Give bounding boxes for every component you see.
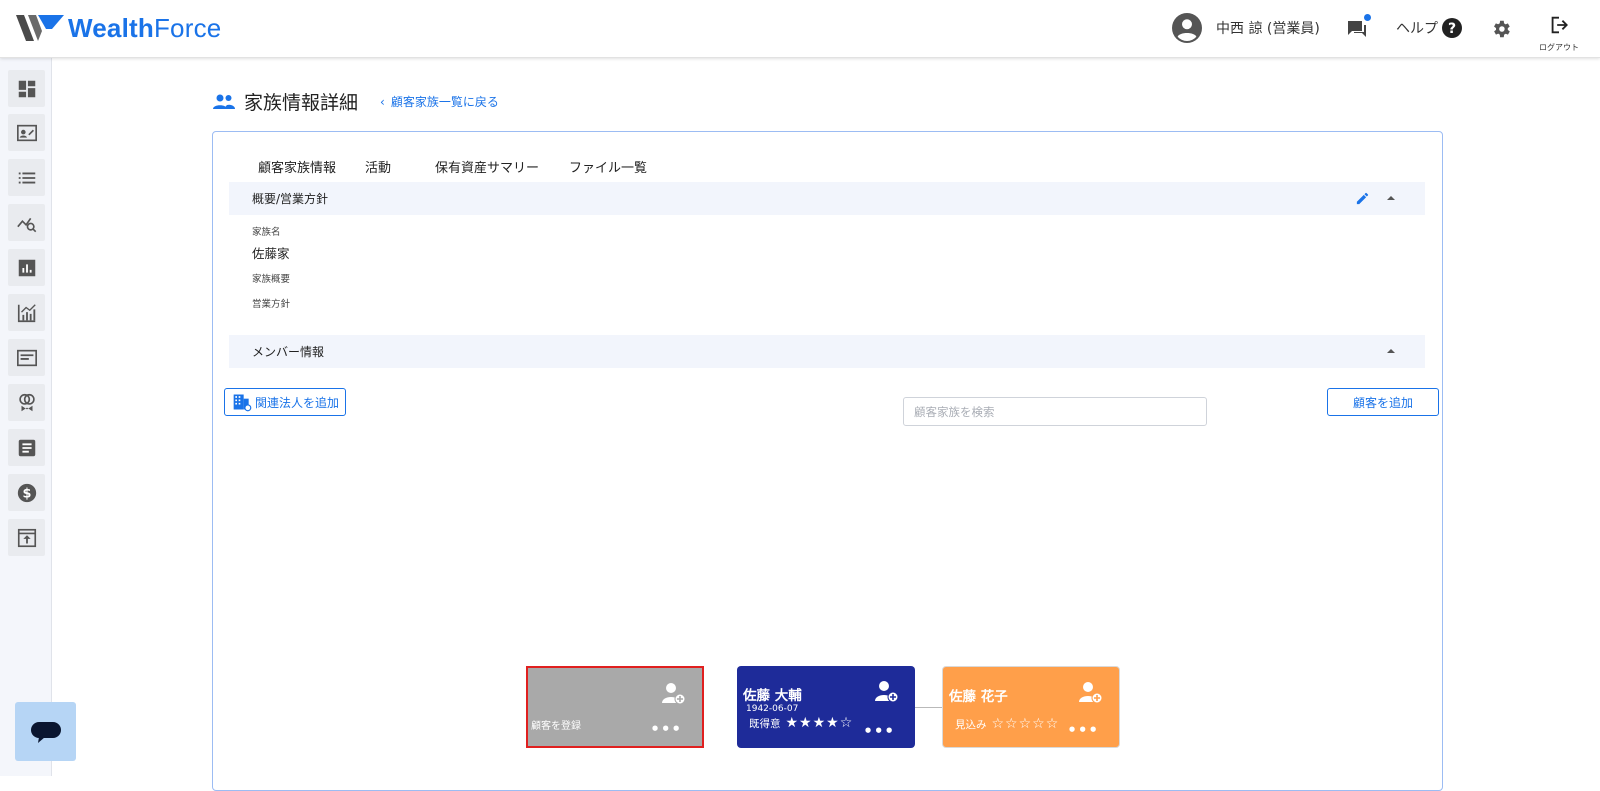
wealthforce-logo[interactable]: WealthForce	[16, 12, 221, 44]
member-name: 佐藤 大輔	[743, 688, 802, 704]
member-status: 既得意 ★★★★☆	[749, 715, 853, 731]
member-name: 佐藤 花子	[949, 689, 1008, 705]
line-chart-icon	[17, 303, 36, 322]
list-icon	[18, 172, 35, 183]
page-title: 家族情報詳細	[244, 92, 359, 114]
notification-dot	[1364, 14, 1371, 21]
user-name: 中西 諒 (営業員)	[1216, 21, 1320, 37]
member-card[interactable]: 佐藤 大輔 1942-06-07 既得意 ★★★★☆ •••	[737, 666, 915, 748]
dashboard-icon	[18, 80, 35, 97]
overview-section-title: 概要/営業方針	[252, 192, 329, 206]
logout-label: ログアウト	[1539, 43, 1579, 52]
relation-connector	[915, 707, 942, 708]
member-status-label: 見込み	[955, 718, 987, 731]
members-section-header[interactable]: メンバー情報	[229, 335, 1425, 368]
sidebar-item-analytics[interactable]	[8, 204, 45, 241]
overview-section-header[interactable]: 概要/営業方針	[229, 182, 1425, 215]
brand-name: WealthForce	[68, 12, 222, 43]
member-card[interactable]: 佐藤 花子 見込み ☆☆☆☆☆ •••	[942, 666, 1120, 748]
help-button[interactable]: ヘルプ ?	[1396, 18, 1462, 38]
logout-icon	[1551, 16, 1568, 34]
member-status-label: 既得意	[749, 717, 781, 730]
family-name-value: 佐藤家	[252, 246, 290, 261]
edit-pencil-icon[interactable]	[1355, 191, 1370, 206]
more-options-icon[interactable]: •••	[1067, 721, 1099, 739]
members-section-title: メンバー情報	[252, 345, 325, 359]
family-detail-card: 顧客家族情報 活動 保有資産サマリー ファイル一覧 概要/営業方針 家族名 佐藤…	[212, 131, 1443, 791]
register-customer-card[interactable]: 顧客を登録 •••	[526, 666, 704, 748]
back-link-label: 顧客家族一覧に戻る	[390, 95, 499, 109]
member-rating-stars: ★★★★☆	[785, 715, 854, 731]
svg-text:$: $	[22, 486, 31, 501]
more-options-icon[interactable]: •••	[863, 722, 895, 740]
account-circle-icon	[1172, 13, 1202, 43]
add-person-icon[interactable]	[875, 679, 899, 703]
chat-bubble-icon	[30, 721, 61, 743]
member-birthdate: 1942-06-07	[746, 704, 799, 714]
news-icon	[16, 349, 37, 366]
help-label: ヘルプ	[1396, 21, 1438, 37]
sidebar-item-dashboard[interactable]	[8, 70, 45, 107]
family-name-label: 家族名	[252, 227, 281, 238]
gear-icon[interactable]	[1490, 18, 1512, 40]
family-search-input[interactable]	[904, 398, 1206, 425]
page-header: 家族情報詳細 ‹ 顧客家族一覧に戻る	[212, 88, 499, 115]
sales-policy-label: 営業方針	[252, 299, 291, 310]
sidebar-item-contacts[interactable]	[8, 114, 45, 151]
add-corporation-button[interactable]: 関連法人を追加	[224, 388, 346, 416]
sidebar-item-reports[interactable]	[8, 249, 45, 286]
sidebar-item-finance[interactable]: $	[8, 474, 45, 511]
chat-support-button[interactable]	[15, 702, 76, 761]
logo-mark-icon	[16, 15, 64, 41]
help-circle-icon: ?	[1442, 18, 1462, 38]
member-status: 見込み ☆☆☆☆☆	[955, 716, 1059, 732]
sidebar-item-list[interactable]	[8, 159, 45, 196]
member-rating-stars: ☆☆☆☆☆	[991, 716, 1060, 732]
sidebar: $	[0, 58, 52, 776]
add-corporation-label: 関連法人を追加	[254, 395, 339, 410]
sidebar-item-matching[interactable]	[8, 384, 45, 421]
sidebar-item-publish[interactable]	[8, 519, 45, 556]
chevron-left-icon: ‹	[380, 94, 385, 109]
more-options-icon[interactable]: •••	[650, 720, 682, 738]
sidebar-item-news[interactable]	[8, 339, 45, 376]
document-icon	[18, 439, 35, 456]
sidebar-item-performance[interactable]	[8, 294, 45, 331]
people-icon	[213, 94, 235, 109]
top-header: WealthForce 中西 諒 (営業員) ヘルプ ? ログアウト	[0, 0, 1600, 58]
family-summary-label: 家族概要	[252, 274, 291, 285]
add-person-icon[interactable]	[662, 681, 686, 705]
messages-button[interactable]	[1345, 14, 1371, 41]
chevron-up-icon[interactable]	[1385, 192, 1397, 204]
user-menu[interactable]: 中西 諒 (営業員)	[1172, 13, 1320, 43]
chevron-up-icon[interactable]	[1385, 345, 1397, 357]
add-person-icon[interactable]	[1079, 680, 1103, 704]
bar-chart-icon	[18, 259, 35, 276]
svg-text:?: ?	[1448, 21, 1456, 37]
sidebar-item-documents[interactable]	[8, 429, 45, 466]
dollar-icon: $	[17, 483, 36, 502]
logout-button[interactable]: ログアウト	[1537, 14, 1581, 53]
upload-icon	[17, 528, 36, 547]
add-customer-button[interactable]: 顧客を追加	[1327, 388, 1439, 416]
back-to-family-list-link[interactable]: ‹ 顧客家族一覧に戻る	[380, 93, 499, 110]
search-analytics-icon	[16, 217, 36, 232]
tickets-icon	[18, 393, 35, 411]
register-customer-label: 顧客を登録	[531, 721, 581, 732]
business-icon	[233, 394, 252, 412]
family-search-field[interactable]	[903, 397, 1207, 426]
contact-card-icon	[16, 124, 37, 141]
